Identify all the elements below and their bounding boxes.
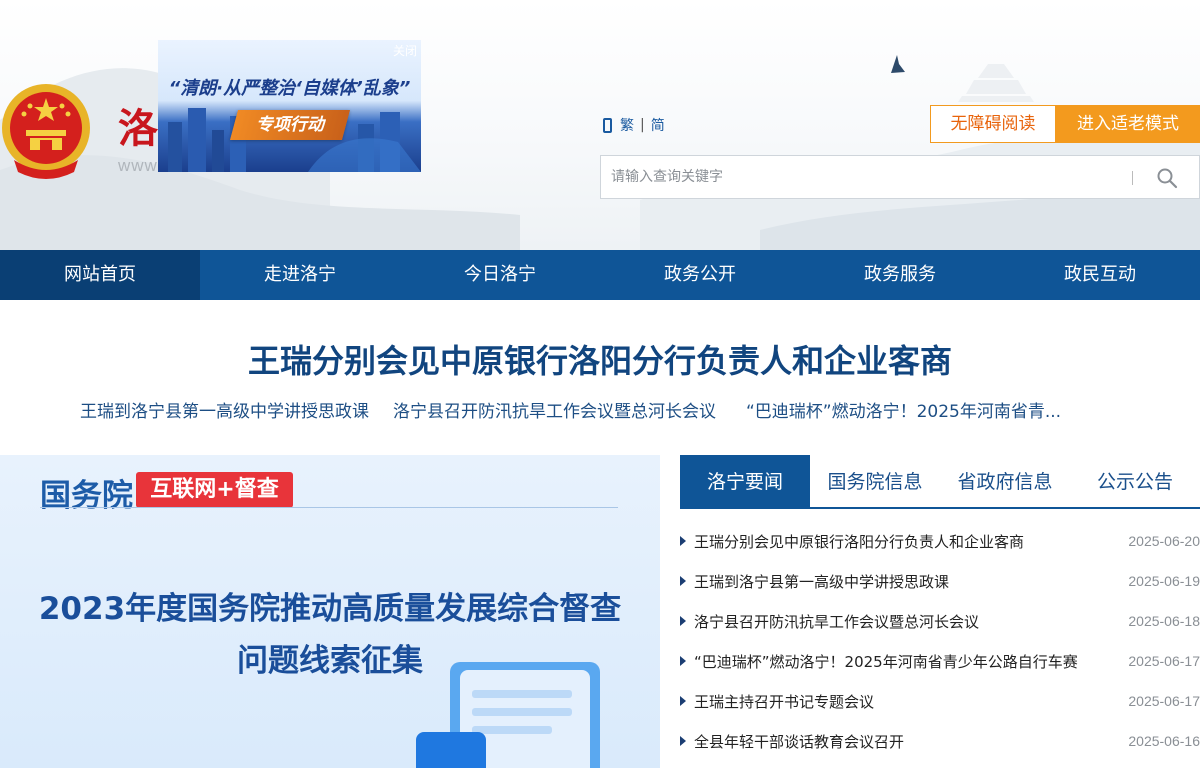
search-icon[interactable] — [1155, 166, 1179, 190]
news-date: 2025-06-17 — [1128, 653, 1200, 669]
sub-headline-link[interactable]: 洛宁县召开防汛抗旱工作会议暨总河长会议 — [393, 397, 716, 422]
list-item[interactable]: 洛宁县召开防汛抗旱工作会议暨总河长会议 2025-06-18 — [680, 601, 1200, 641]
triangle-bullet-icon — [680, 656, 686, 666]
simplified-chinese-link[interactable]: 简 — [651, 115, 665, 135]
main-navigation: 网站首页 走进洛宁 今日洛宁 政务公开 政务服务 政民互动 — [0, 250, 1200, 300]
sub-headlines: 王瑞到洛宁县第一高级中学讲授思政课 洛宁县召开防汛抗旱工作会议暨总河长会议 “巴… — [80, 397, 1140, 422]
tab-announcements[interactable]: 公示公告 — [1070, 455, 1200, 507]
nav-item-public-interaction[interactable]: 政民互动 — [1000, 250, 1200, 300]
nav-item-government-affairs[interactable]: 政务公开 — [600, 250, 800, 300]
feature-banner[interactable]: 国务院 互联网+督查 2023年度国务院推动高质量发展综合督查 问题线索征集 — [0, 455, 660, 768]
search-box — [600, 155, 1200, 199]
accessible-reading-button[interactable]: 无障碍阅读 — [930, 105, 1056, 143]
news-date: 2025-06-19 — [1128, 573, 1200, 589]
search-input[interactable] — [601, 156, 1129, 198]
news-date: 2025-06-18 — [1128, 613, 1200, 629]
ad-close-button[interactable]: 关闭 — [393, 42, 417, 59]
news-date: 2025-06-20 — [1128, 533, 1200, 549]
nav-item-home[interactable]: 网站首页 — [0, 250, 200, 300]
list-item[interactable]: 王瑞主持召开书记专题会议 2025-06-17 — [680, 681, 1200, 721]
banner-title-line1: 2023年度国务院推动高质量发展综合督查 — [38, 591, 622, 627]
nav-item-government-services[interactable]: 政务服务 — [800, 250, 1000, 300]
search-divider — [1132, 171, 1133, 185]
news-title[interactable]: 王瑞到洛宁县第一高级中学讲授思政课 — [694, 571, 1120, 592]
tab-luoning-news[interactable]: 洛宁要闻 — [680, 455, 810, 507]
site-url: www — [118, 156, 158, 175]
triangle-bullet-icon — [680, 576, 686, 586]
language-switch: 繁 | 简 — [603, 115, 665, 135]
news-title[interactable]: “巴迪瑞杯”燃动洛宁！2025年河南省青少年公路自行车赛 — [694, 651, 1120, 672]
news-title[interactable]: 王瑞主持召开书记专题会议 — [694, 691, 1120, 712]
banner-badge: 互联网+督查 — [150, 477, 279, 502]
floating-ad[interactable]: 关闭 “清朗·从严整治‘自媒体’乱象” 专项行动 — [158, 40, 421, 172]
news-date: 2025-06-17 — [1128, 693, 1200, 709]
ad-tag-label: 专项行动 — [256, 115, 324, 135]
elder-mode-button[interactable]: 进入适老模式 — [1056, 105, 1200, 143]
national-emblem-icon — [2, 84, 90, 179]
news-title[interactable]: 全县年轻干部谈话教育会议召开 — [694, 731, 1120, 752]
list-item[interactable]: 王瑞分别会见中原银行洛阳分行负责人和企业客商 2025-06-20 — [680, 521, 1200, 561]
sub-headline-link[interactable]: “巴迪瑞杯”燃动洛宁！2025年河南省青... — [746, 397, 1061, 422]
list-item[interactable]: 全县年轻干部谈话教育会议召开 2025-06-16 — [680, 721, 1200, 761]
nav-item-today-luoning[interactable]: 今日洛宁 — [400, 250, 600, 300]
nav-item-about-luoning[interactable]: 走进洛宁 — [200, 250, 400, 300]
news-date: 2025-06-16 — [1128, 733, 1200, 749]
site-header: 洛 www 关闭 “清朗·从严整治‘自媒体’乱象” 专项行动 繁 | 简 无障碍… — [0, 0, 1200, 250]
news-tabs: 洛宁要闻 国务院信息 省政府信息 公示公告 — [680, 455, 1200, 509]
banner-org-label: 国务院 — [40, 478, 133, 514]
list-item[interactable]: 王瑞到洛宁县第一高级中学讲授思政课 2025-06-19 — [680, 561, 1200, 601]
tab-provincial-info[interactable]: 省政府信息 — [940, 455, 1070, 507]
triangle-bullet-icon — [680, 696, 686, 706]
language-separator: | — [640, 117, 645, 133]
mobile-phone-icon[interactable] — [603, 117, 612, 133]
ad-slogan: “清朗·从严整治‘自媒体’乱象” — [168, 78, 411, 99]
triangle-bullet-icon — [680, 616, 686, 626]
tab-state-council-info[interactable]: 国务院信息 — [810, 455, 940, 507]
banner-divider — [40, 507, 618, 508]
list-item[interactable]: “巴迪瑞杯”燃动洛宁！2025年河南省青少年公路自行车赛 2025-06-17 — [680, 641, 1200, 681]
traditional-chinese-link[interactable]: 繁 — [620, 115, 634, 135]
triangle-bullet-icon — [680, 536, 686, 546]
news-list: 王瑞分别会见中原银行洛阳分行负责人和企业客商 2025-06-20 王瑞到洛宁县… — [680, 521, 1200, 761]
news-title[interactable]: 王瑞分别会见中原银行洛阳分行负责人和企业客商 — [694, 531, 1120, 552]
document-illustration — [416, 662, 600, 768]
triangle-bullet-icon — [680, 736, 686, 746]
site-name: 洛 — [118, 106, 158, 152]
headline-title[interactable]: 王瑞分别会见中原银行洛阳分行负责人和企业客商 — [0, 336, 1200, 382]
news-title[interactable]: 洛宁县召开防汛抗旱工作会议暨总河长会议 — [694, 611, 1120, 632]
sub-headline-link[interactable]: 王瑞到洛宁县第一高级中学讲授思政课 — [80, 397, 369, 422]
